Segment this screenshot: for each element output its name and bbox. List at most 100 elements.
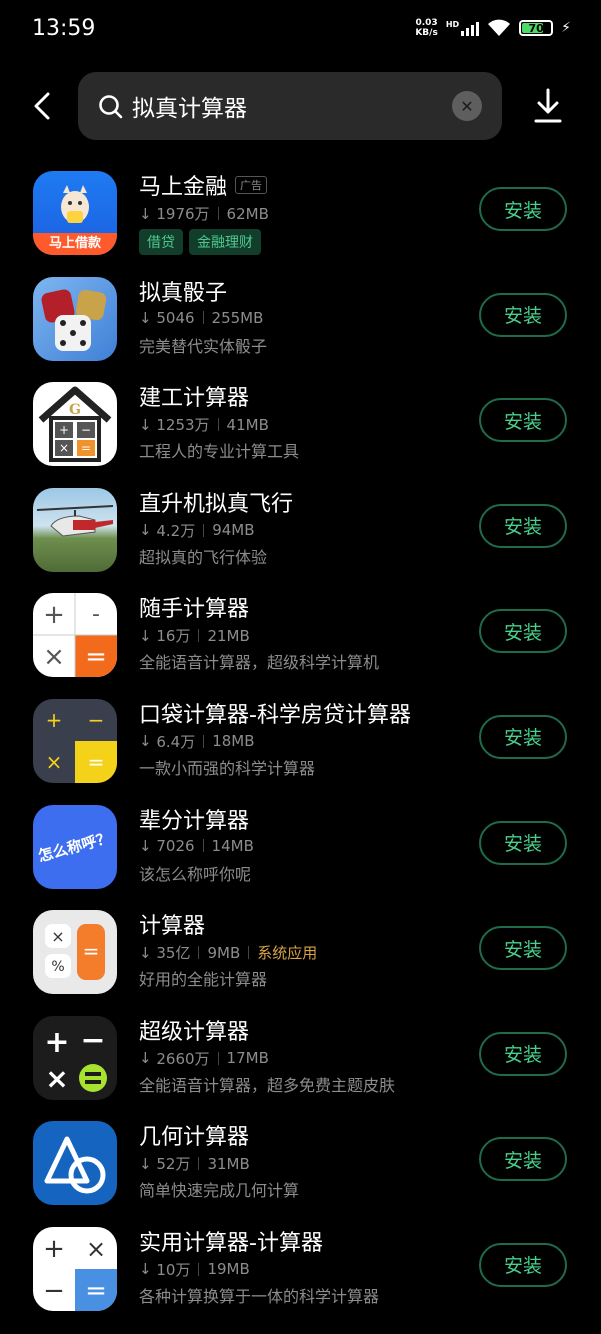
house-calculator-icon: G + − × = (33, 382, 117, 467)
app-meta: ↓ 7026 14MB (139, 836, 254, 855)
kinship-icon: 怎么称呼？ (33, 804, 117, 889)
app-meta: ↓ 5046 255MB (139, 308, 264, 327)
app-name: 马上金融 (139, 175, 228, 200)
geometry-icon (33, 1121, 117, 1206)
practical-calculator-icon: + × − = (33, 1226, 117, 1311)
app-name: 直升机拟真飞行 (139, 491, 294, 517)
app-name: 实用计算器-计算器 (139, 1230, 323, 1256)
search-icon (99, 95, 123, 119)
search-bar-row: 拟真计算器 ✕ (0, 72, 601, 140)
svg-text:+: + (44, 1025, 69, 1060)
list-item[interactable]: 几何计算器 ↓ 52万 31MB 简单快速完成几何计算 安装 (0, 1115, 601, 1221)
search-query: 拟真计算器 (132, 96, 247, 122)
install-button[interactable]: 安装 (479, 926, 567, 971)
dice-icon (33, 276, 117, 361)
svg-text:−: − (88, 708, 105, 732)
app-description: 各种计算换算于一体的科学计算器 (139, 1286, 380, 1306)
app-description: 工程人的专业计算工具 (139, 442, 300, 462)
svg-text:×: × (45, 1062, 68, 1095)
install-button[interactable]: 安装 (479, 714, 567, 759)
list-item[interactable]: + − × 超级计算器 ↓ 2660万 17MB 全能语音计算器，超多免费主题皮肤… (0, 1010, 601, 1116)
svg-text:×: × (86, 1235, 106, 1263)
list-item[interactable]: + − × = 口袋计算器-科学房贷计算器 ↓ 6.4万 18MB 一款小而强的科… (0, 693, 601, 799)
install-button[interactable]: 安装 (479, 1137, 567, 1182)
download-arrow-icon: ↓ (139, 836, 152, 855)
install-button[interactable]: 安装 (479, 503, 567, 548)
svg-text:=: = (85, 642, 107, 672)
app-meta: ↓ 52万 31MB (139, 1154, 250, 1174)
list-item[interactable]: + - × = 随手计算器 ↓ 16万 21MB 全能语音计算器，超级科学计算机 … (0, 587, 601, 693)
list-item[interactable]: 马上借款 马上金融 广告 ↓ 1976万 62MB 借贷 金融理财 安装 (0, 165, 601, 271)
install-button[interactable]: 安装 (479, 1031, 567, 1076)
install-button[interactable]: 安装 (479, 1242, 567, 1287)
download-arrow-icon: ↓ (139, 732, 152, 751)
tag: 借贷 (139, 229, 183, 255)
app-meta: ↓ 1253万 41MB (139, 415, 269, 435)
super-calculator-icon: + − × (33, 1015, 117, 1100)
app-meta: ↓ 1976万 62MB (139, 204, 269, 224)
svg-text:+: + (46, 708, 63, 732)
svg-text:=: = (81, 441, 91, 455)
clear-icon[interactable]: ✕ (452, 91, 482, 121)
list-item[interactable]: G + − × = 建工计算器 ↓ 1253万 41MB 工程人的专业计算工具 安… (0, 376, 601, 482)
svg-text:−: − (81, 423, 91, 437)
install-button[interactable]: 安装 (479, 292, 567, 337)
list-item[interactable]: + × − = 实用计算器-计算器 ↓ 10万 19MB 各种计算换算于一体的科学… (0, 1221, 601, 1327)
svg-text:×: × (59, 441, 69, 455)
install-button[interactable]: 安装 (479, 187, 567, 231)
system-calculator-icon: × % = (33, 910, 117, 995)
install-button[interactable]: 安装 (479, 820, 567, 865)
app-name: 计算器 (139, 914, 206, 940)
svg-text:+: + (43, 1234, 65, 1264)
app-description: 全能语音计算器，超级科学计算机 (139, 653, 380, 673)
tag-list: 借贷 金融理财 (139, 229, 261, 255)
signal-icon: HD (446, 20, 480, 36)
app-meta: ↓ 35亿 9MB 系统应用 (139, 943, 318, 963)
install-button[interactable]: 安装 (479, 398, 567, 443)
download-arrow-icon: ↓ (139, 626, 152, 645)
app-meta: ↓ 6.4万 18MB (139, 732, 255, 751)
pocket-calculator-icon: + − × = (33, 698, 117, 783)
app-description: 好用的全能计算器 (139, 970, 268, 990)
svg-text:%: % (51, 959, 64, 975)
app-description: 全能语音计算器，超多免费主题皮肤 (139, 1075, 396, 1095)
svg-text:G: G (69, 402, 81, 418)
app-description: 一款小而强的科学计算器 (139, 758, 316, 778)
svg-text:+: + (43, 600, 65, 630)
download-arrow-icon: ↓ (139, 943, 152, 962)
app-description: 该怎么称呼你呢 (139, 864, 252, 884)
battery-icon: 70 (519, 20, 554, 36)
svg-text:−: − (43, 1276, 65, 1306)
charging-icon: ⚡ (561, 20, 571, 36)
install-button[interactable]: 安装 (479, 609, 567, 654)
search-results-list: 马上借款 马上金融 广告 ↓ 1976万 62MB 借贷 金融理财 安装 拟真骰子 … (0, 165, 601, 1327)
app-description: 超拟真的飞行体验 (139, 547, 268, 567)
svg-text:=: = (85, 1276, 107, 1306)
download-arrow-icon: ↓ (139, 521, 152, 540)
svg-text:=: = (83, 939, 100, 963)
tag: 金融理财 (189, 229, 261, 255)
download-icon[interactable] (530, 86, 566, 126)
app-meta: ↓ 2660万 17MB (139, 1049, 269, 1068)
list-item[interactable]: 拟真骰子 ↓ 5046 255MB 完美替代实体骰子 安装 (0, 271, 601, 377)
app-description: 简单快速完成几何计算 (139, 1181, 300, 1201)
status-icons: 0.03 KB/s HD 70 ⚡ (415, 18, 571, 38)
search-input[interactable]: 拟真计算器 ✕ (78, 72, 502, 140)
download-arrow-icon: ↓ (139, 308, 152, 327)
back-arrow-icon[interactable] (28, 88, 58, 124)
svg-text:×: × (46, 750, 63, 774)
download-arrow-icon: ↓ (139, 1154, 152, 1173)
download-arrow-icon: ↓ (139, 1049, 152, 1068)
status-time: 13:59 (32, 16, 96, 41)
app-name: 超级计算器 (139, 1019, 250, 1045)
app-meta: ↓ 4.2万 94MB (139, 521, 255, 540)
app-name: 几何计算器 (139, 1125, 250, 1151)
svg-text:×: × (43, 642, 65, 672)
helicopter-icon (33, 487, 117, 572)
app-name: 辈分计算器 (139, 808, 250, 834)
list-item[interactable]: 怎么称呼？ 辈分计算器 ↓ 7026 14MB 该怎么称呼你呢 安装 (0, 799, 601, 905)
list-item[interactable]: 直升机拟真飞行 ↓ 4.2万 94MB 超拟真的飞行体验 安装 (0, 482, 601, 588)
list-item[interactable]: × % = 计算器 ↓ 35亿 9MB 系统应用 好用的全能计算器 安装 (0, 904, 601, 1010)
ad-badge: 广告 (235, 176, 268, 194)
mashang-loan-icon: 马上借款 (33, 171, 117, 255)
